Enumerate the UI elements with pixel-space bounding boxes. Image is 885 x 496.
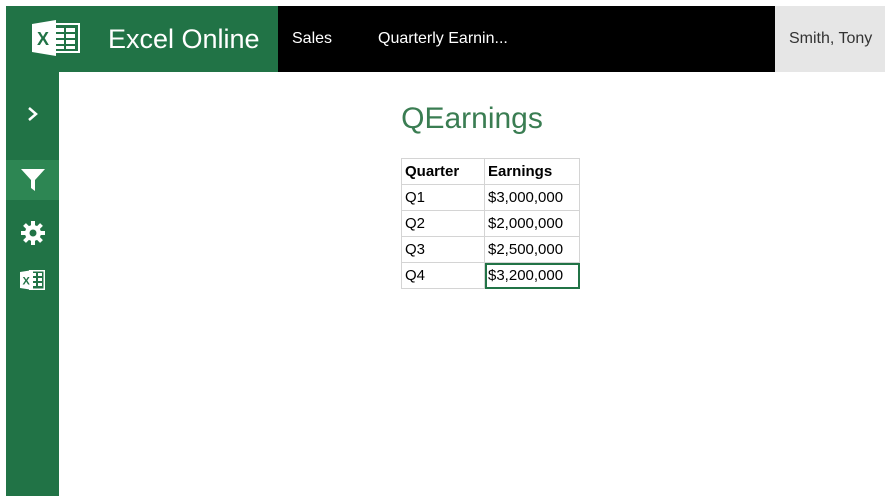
quarter-cell[interactable]: Q3 [401, 236, 485, 263]
expand-pane-button[interactable] [6, 94, 59, 134]
filter-button[interactable] [6, 160, 59, 200]
earnings-cell[interactable]: $2,500,000 [484, 236, 580, 263]
breadcrumb-folder[interactable]: Sales [292, 30, 332, 48]
earnings-cell[interactable]: $3,000,000 [484, 184, 580, 211]
table-row: Q2 $2,000,000 [401, 210, 580, 237]
settings-button[interactable] [6, 213, 59, 253]
open-in-excel-button[interactable]: X [6, 260, 59, 300]
table-row: Q1 $3,000,000 [401, 184, 580, 211]
excel-logo-icon: X [32, 20, 80, 56]
svg-text:X: X [22, 276, 30, 288]
column-header-quarter[interactable]: Quarter [401, 158, 485, 185]
excel-online-window: X Excel Online Sales Quarterly Earnin...… [6, 6, 885, 496]
earnings-cell-selected[interactable]: $3,200,000 [484, 262, 580, 289]
table-header-row: Quarter Earnings [401, 158, 580, 185]
earnings-table: Quarter Earnings Q1 $3,000,000 Q2 $2,000… [401, 158, 580, 289]
top-bar: X Excel Online Sales Quarterly Earnin...… [6, 6, 885, 72]
quarter-cell[interactable]: Q2 [401, 210, 485, 237]
table-row: Q3 $2,500,000 [401, 236, 580, 263]
column-header-earnings[interactable]: Earnings [484, 158, 580, 185]
gear-icon [20, 221, 45, 245]
excel-icon: X [19, 270, 45, 290]
chevron-right-icon [27, 107, 38, 121]
table-row: Q4 $3,200,000 [401, 262, 580, 289]
quarter-cell[interactable]: Q1 [401, 184, 485, 211]
user-name: Smith, Tony [789, 30, 873, 47]
app-brand[interactable]: X Excel Online [6, 6, 278, 72]
breadcrumb-file[interactable]: Quarterly Earnin... [378, 30, 508, 48]
user-account-button[interactable]: Smith, Tony [775, 6, 885, 72]
filter-icon [20, 169, 45, 191]
workbook-content: QEarnings Quarter Earnings Q1 $3,000,000… [59, 72, 885, 496]
app-name: Excel Online [108, 24, 260, 54]
left-rail: X [6, 72, 59, 496]
earnings-cell[interactable]: $2,000,000 [484, 210, 580, 237]
sheet-title: QEarnings [401, 102, 543, 135]
svg-text:X: X [37, 29, 49, 49]
quarter-cell[interactable]: Q4 [401, 262, 485, 289]
